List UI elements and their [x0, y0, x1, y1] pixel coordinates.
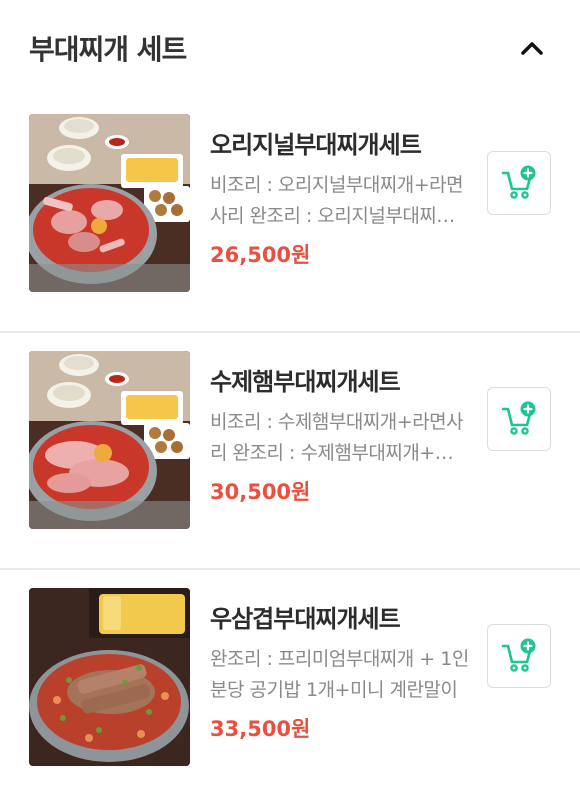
- menu-item-price: 26,500원: [210, 243, 311, 267]
- chevron-up-icon: [521, 42, 543, 55]
- add-to-cart-button[interactable]: [487, 151, 551, 215]
- menu-item-image[interactable]: [29, 588, 190, 766]
- add-to-cart-button[interactable]: [487, 387, 551, 451]
- menu-item-image[interactable]: [29, 114, 190, 292]
- menu-item-price: 33,500원: [210, 717, 311, 741]
- food-photo: [29, 588, 190, 766]
- menu-item-info: 수제햄부대찌개세트 비조리 : 수제햄부대찌개+라면사리 완조리 : 수제햄부대…: [210, 351, 470, 568]
- food-photo: [29, 351, 190, 529]
- section-title: 부대찌개 세트: [29, 33, 187, 66]
- menu-item-image[interactable]: [29, 351, 190, 529]
- menu-item-description: 비조리 : 오리지널부대찌개+라면사리 완조리 : 오리지널부대찌개+라면사리: [210, 174, 464, 227]
- menu-item-name[interactable]: 오리지널부대찌개세트: [210, 128, 470, 162]
- menu-item-description: 비조리 : 수제햄부대찌개+라면사리 완조리 : 수제햄부대찌개+라면사리: [210, 411, 469, 464]
- food-photo: [29, 114, 190, 292]
- menu-item-name[interactable]: 우삼겹부대찌개세트: [210, 602, 470, 636]
- cart-add-icon: [501, 165, 536, 199]
- menu-item[interactable]: 수제햄부대찌개세트 비조리 : 수제햄부대찌개+라면사리 완조리 : 수제햄부대…: [0, 333, 580, 570]
- section-header[interactable]: 부대찌개 세트: [0, 0, 580, 96]
- cart-add-icon: [501, 638, 536, 672]
- menu-list: 오리지널부대찌개세트 비조리 : 오리지널부대찌개+라면사리 완조리 : 오리지…: [0, 96, 580, 800]
- menu-item-price: 30,500원: [210, 480, 311, 504]
- menu-item-info: 우삼겹부대찌개세트 완조리 : 프리미엄부대찌개 + 1인분당 공기밥 1개+미…: [210, 588, 470, 800]
- menu-item-description: 완조리 : 프리미엄부대찌개 + 1인분당 공기밥 1개+미니 계란말이: [210, 648, 469, 701]
- add-to-cart-button[interactable]: [487, 624, 551, 688]
- cart-add-icon: [501, 401, 536, 435]
- menu-item[interactable]: 우삼겹부대찌개세트 완조리 : 프리미엄부대찌개 + 1인분당 공기밥 1개+미…: [0, 570, 580, 800]
- menu-item[interactable]: 오리지널부대찌개세트 비조리 : 오리지널부대찌개+라면사리 완조리 : 오리지…: [0, 96, 580, 333]
- menu-item-name[interactable]: 수제햄부대찌개세트: [210, 365, 470, 399]
- menu-item-info: 오리지널부대찌개세트 비조리 : 오리지널부대찌개+라면사리 완조리 : 오리지…: [210, 114, 470, 331]
- collapse-button[interactable]: [512, 28, 552, 68]
